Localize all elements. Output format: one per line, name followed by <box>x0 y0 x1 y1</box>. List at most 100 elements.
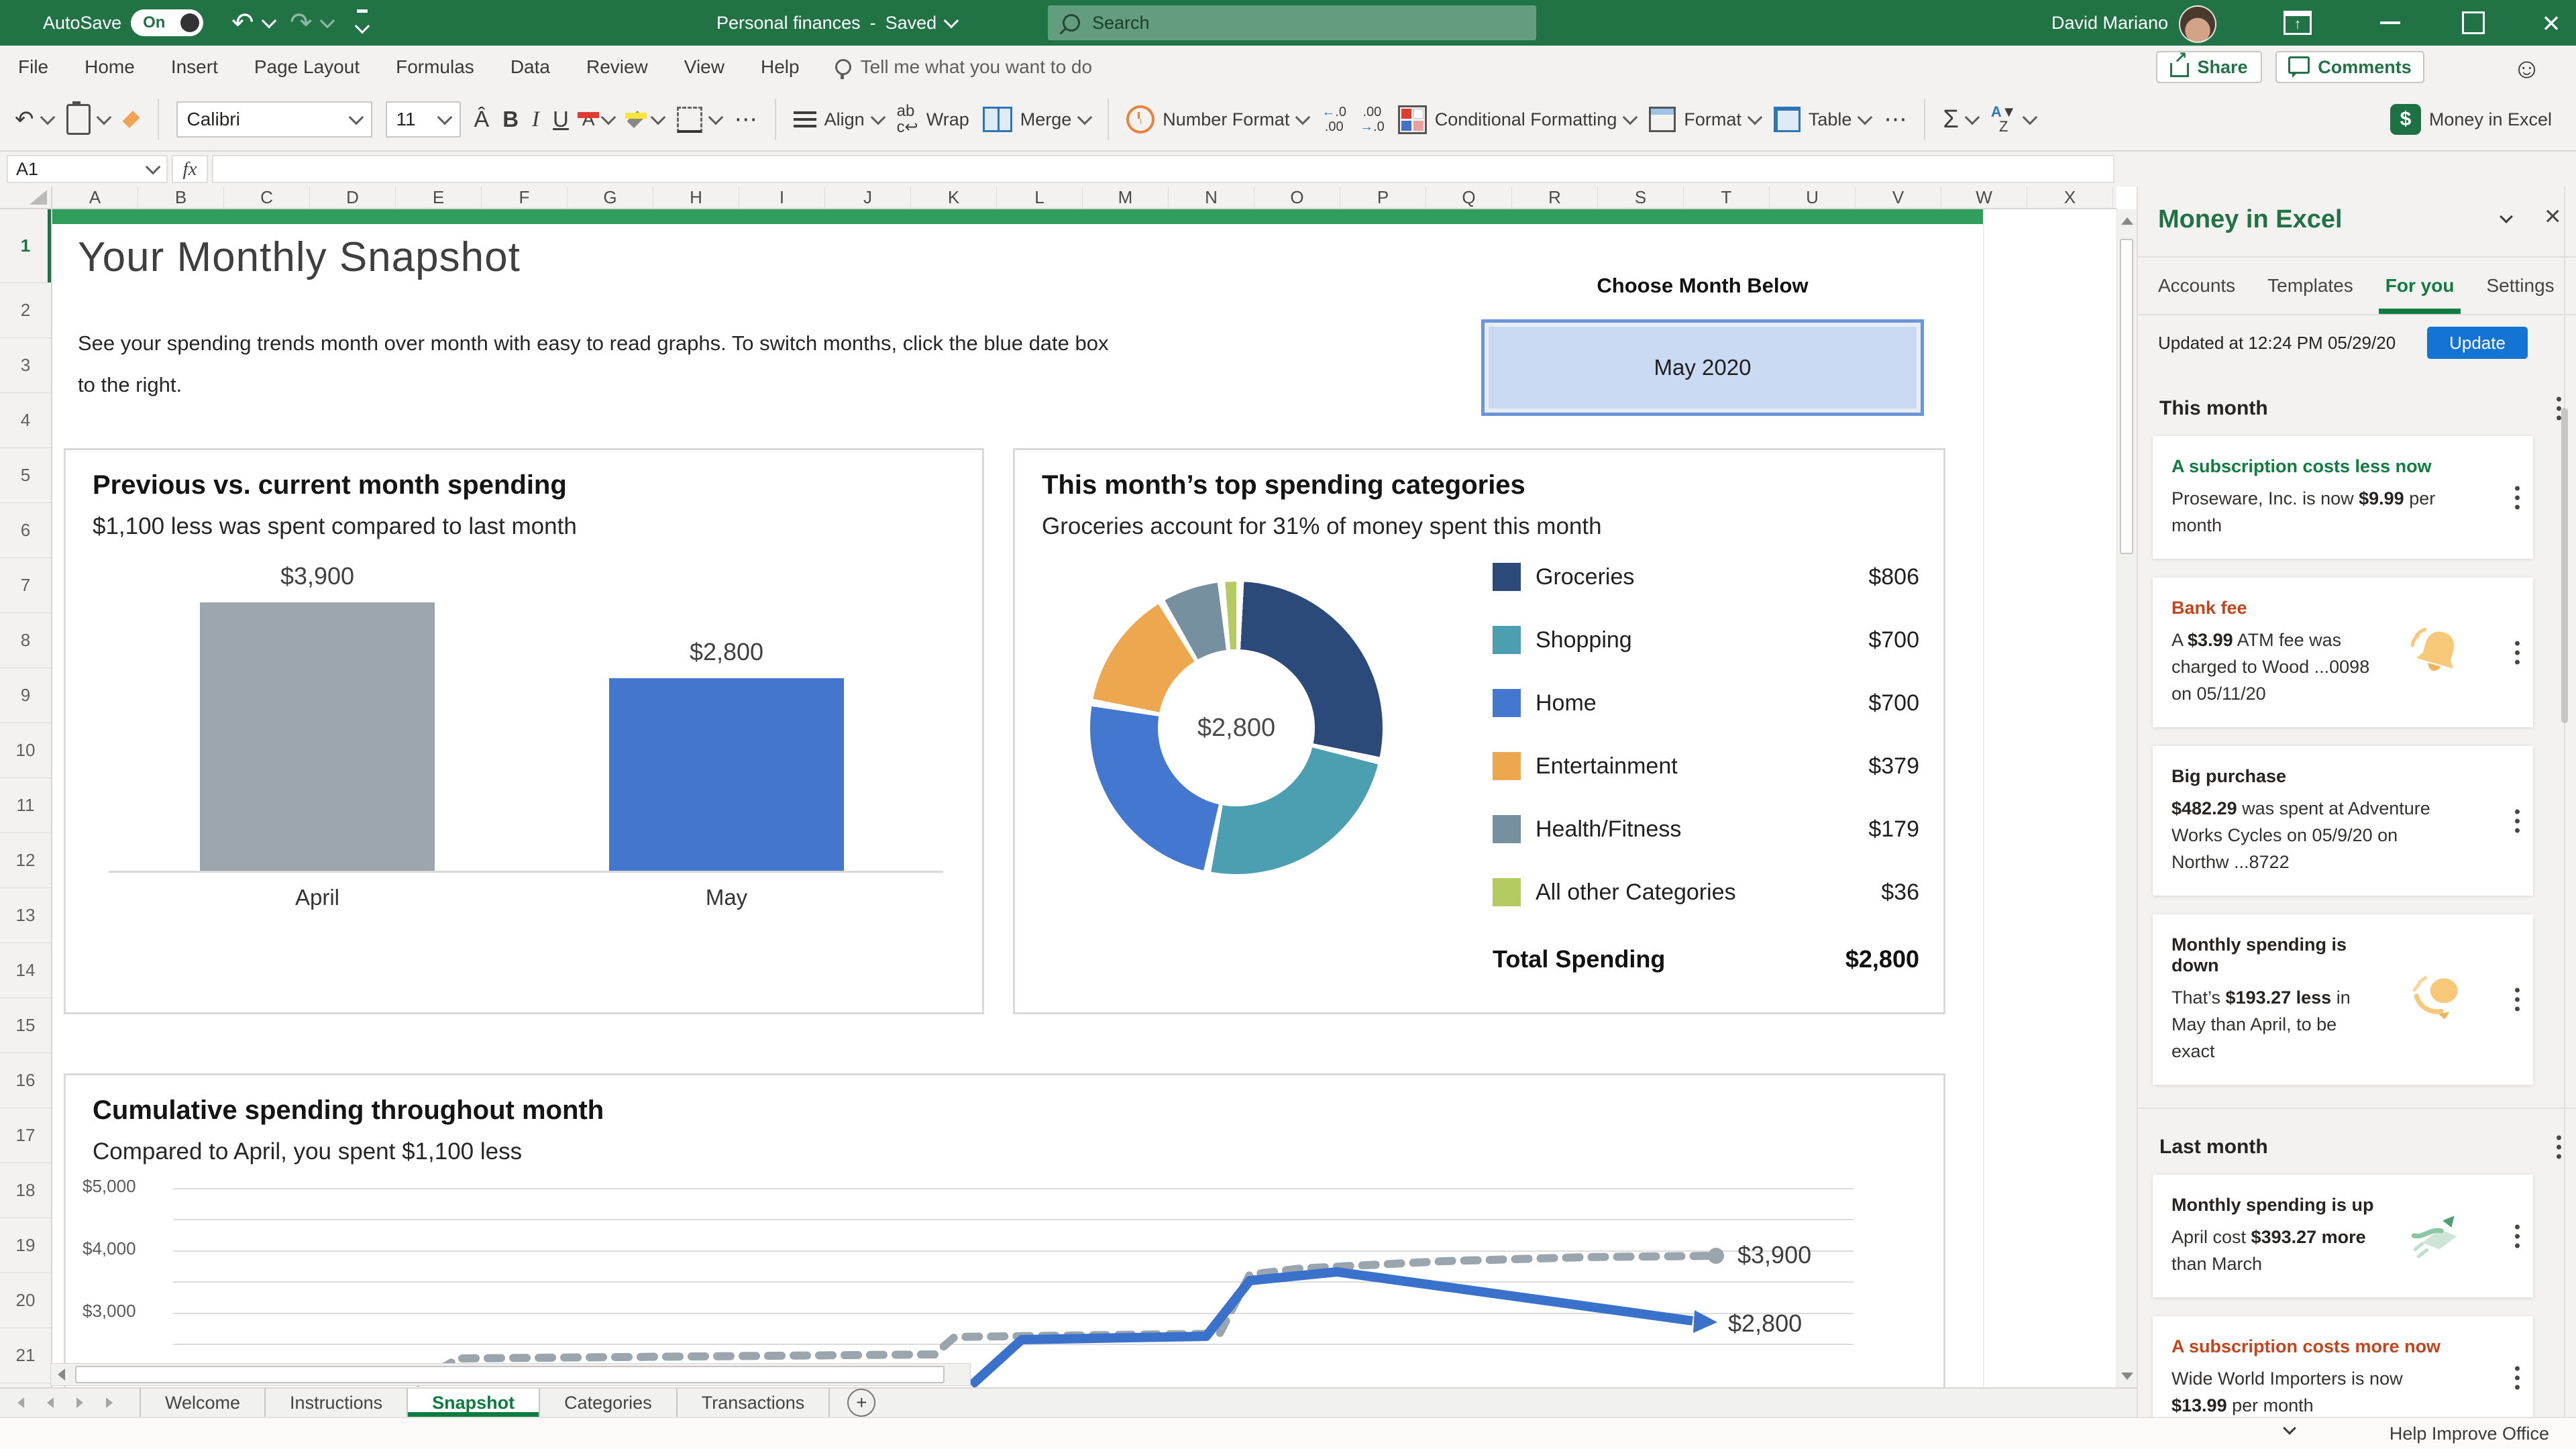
insight-card-bank-fee[interactable]: Bank fee A $3.99 ATM fee was charged to W… <box>2153 578 2533 727</box>
card-kebab-icon[interactable] <box>2512 1358 2522 1397</box>
pane-tab-settings[interactable]: Settings <box>2486 258 2554 314</box>
name-box[interactable]: A1 <box>7 155 168 183</box>
italic-button[interactable]: I <box>532 107 539 132</box>
vertical-scroll-thumb[interactable] <box>2120 239 2133 554</box>
row-header-7[interactable]: 7 <box>0 558 51 613</box>
comments-button[interactable]: Comments <box>2275 51 2424 83</box>
row-header-9[interactable]: 9 <box>0 668 51 723</box>
column-header-r[interactable]: R <box>1512 186 1598 208</box>
pane-close-icon[interactable]: × <box>2544 200 2561 232</box>
share-button[interactable]: Share <box>2156 48 2262 83</box>
insight-card-monthly-spending-is-down[interactable]: Monthly spending is down That’s $193.27 l… <box>2153 914 2533 1085</box>
month-selector[interactable]: May 2020 <box>1481 319 1924 416</box>
underline-button[interactable]: U <box>553 107 569 132</box>
column-header-d[interactable]: D <box>310 186 396 208</box>
ribbon-tab-data[interactable]: Data <box>492 46 568 89</box>
tell-me-box[interactable]: Tell me what you want to do <box>835 56 1092 79</box>
ribbon-tab-home[interactable]: Home <box>66 46 153 89</box>
row-header-16[interactable]: 16 <box>0 1053 51 1108</box>
ribbon-overflow-button[interactable]: ⋯ <box>1884 106 1907 133</box>
column-header-i[interactable]: I <box>739 186 825 208</box>
row-header-4[interactable]: 4 <box>0 393 51 448</box>
sheet-tab-instructions[interactable]: Instructions <box>266 1389 409 1417</box>
horizontal-scrollbar[interactable] <box>50 1363 971 1386</box>
minimize-button[interactable] <box>2367 0 2414 46</box>
prev-sheet-arrow-icon[interactable] <box>47 1397 54 1408</box>
title-dropdown-icon[interactable] <box>943 13 959 29</box>
autosave-toggle[interactable]: AutoSave On <box>43 0 204 46</box>
grow-font-button[interactable]: Â <box>474 107 490 133</box>
help-improve-office-link[interactable]: Help Improve Office <box>2390 1418 2549 1449</box>
ribbon-tab-file[interactable]: File <box>0 46 66 89</box>
column-header-t[interactable]: T <box>1684 186 1770 208</box>
autosum-button[interactable]: Σ <box>1943 105 1980 134</box>
row-header-15[interactable]: 15 <box>0 998 51 1053</box>
scroll-left-arrow[interactable] <box>51 1368 71 1381</box>
row-header-21[interactable]: 21 <box>0 1328 51 1383</box>
formula-input[interactable] <box>212 155 2114 183</box>
ribbon-tab-view[interactable]: View <box>666 46 743 89</box>
card-kebab-icon[interactable] <box>2512 981 2522 1019</box>
row-header-6[interactable]: 6 <box>0 503 51 558</box>
row-header-20[interactable]: 20 <box>0 1273 51 1328</box>
column-header-q[interactable]: Q <box>1426 186 1512 208</box>
bar-chart-card[interactable]: Previous vs. current month spending $1,1… <box>64 448 984 1014</box>
feedback-smiley-icon[interactable]: ☺ <box>2512 52 2541 85</box>
close-button[interactable]: × <box>2528 0 2575 46</box>
maximize-button[interactable] <box>2450 0 2497 46</box>
money-in-excel-button[interactable]: $ Money in Excel <box>2390 104 2552 135</box>
insight-card-monthly-spending-is-up[interactable]: Monthly spending is up April cost $393.27… <box>2153 1175 2533 1297</box>
row-header-13[interactable]: 13 <box>0 888 51 943</box>
card-kebab-icon[interactable] <box>2512 633 2522 672</box>
legend-row-all-other-categories[interactable]: All other Categories $36 <box>1493 861 1919 924</box>
row-header-10[interactable]: 10 <box>0 723 51 778</box>
ribbon-tab-insert[interactable]: Insert <box>153 46 236 89</box>
donut-chart-card[interactable]: This month’s top spending categories Gro… <box>1013 448 1945 1014</box>
column-header-m[interactable]: M <box>1083 186 1169 208</box>
column-header-n[interactable]: N <box>1169 186 1254 208</box>
legend-row-home[interactable]: Home $700 <box>1493 672 1919 735</box>
decrease-decimal-button[interactable]: ←.0.00 <box>1322 105 1346 134</box>
row-header-11[interactable]: 11 <box>0 778 51 833</box>
font-overflow-button[interactable]: ⋯ <box>735 106 757 133</box>
undo-dropdown-icon[interactable] <box>261 13 276 29</box>
insight-card-big-purchase[interactable]: Big purchase $482.29 was spent at Adventu… <box>2153 746 2533 896</box>
ribbon-display-options-button[interactable] <box>2274 0 2321 46</box>
document-title[interactable]: Personal finances - Saved <box>716 0 959 46</box>
font-name-combo[interactable]: Calibri <box>176 101 372 138</box>
card-kebab-icon[interactable] <box>2512 802 2522 840</box>
fill-color-button[interactable] <box>625 109 665 128</box>
merge-button[interactable]: Merge <box>982 107 1093 132</box>
column-header-u[interactable]: U <box>1770 186 1856 208</box>
column-header-l[interactable]: L <box>997 186 1083 208</box>
line-chart-card[interactable]: Cumulative spending throughout month Com… <box>64 1073 1945 1387</box>
ribbon-tab-help[interactable]: Help <box>743 46 818 89</box>
column-header-v[interactable]: V <box>1856 186 1941 208</box>
sheet-tab-welcome[interactable]: Welcome <box>140 1389 266 1417</box>
insert-function-button[interactable]: fx <box>172 155 208 183</box>
sheet-tab-transactions[interactable]: Transactions <box>678 1389 830 1417</box>
card-kebab-icon[interactable] <box>2512 1217 2522 1255</box>
status-chevron-icon[interactable] <box>2283 1421 2296 1435</box>
worksheet[interactable]: Your Monthly Snapshot See your spending … <box>52 209 2116 1387</box>
column-header-h[interactable]: H <box>653 186 739 208</box>
legend-row-entertainment[interactable]: Entertainment $379 <box>1493 735 1919 798</box>
row-header-17[interactable]: 17 <box>0 1108 51 1163</box>
card-kebab-icon[interactable] <box>2512 478 2522 517</box>
column-header-x[interactable]: X <box>2027 186 2113 208</box>
wrap-button[interactable]: ab c↩ Wrap <box>897 103 969 136</box>
redo-dropdown-icon[interactable] <box>319 13 335 29</box>
ribbon-tab-formulas[interactable]: Formulas <box>378 46 492 89</box>
pane-tab-for-you[interactable]: For you <box>2378 258 2461 314</box>
last-sheet-arrow-icon[interactable] <box>106 1397 113 1408</box>
pane-tab-accounts[interactable]: Accounts <box>2158 258 2235 314</box>
legend-row-health-fitness[interactable]: Health/Fitness $179 <box>1493 798 1919 861</box>
quick-access-more-button[interactable] <box>354 0 370 46</box>
scroll-down-arrow[interactable] <box>2117 1364 2137 1387</box>
align-button[interactable]: Align <box>793 109 885 130</box>
column-header-b[interactable]: B <box>138 186 224 208</box>
legend-row-shopping[interactable]: Shopping $700 <box>1493 608 1919 672</box>
paste-button[interactable] <box>66 101 111 135</box>
row-header-2[interactable]: 2 <box>0 283 51 338</box>
increase-decimal-button[interactable]: .00 →.0 <box>1360 105 1385 134</box>
